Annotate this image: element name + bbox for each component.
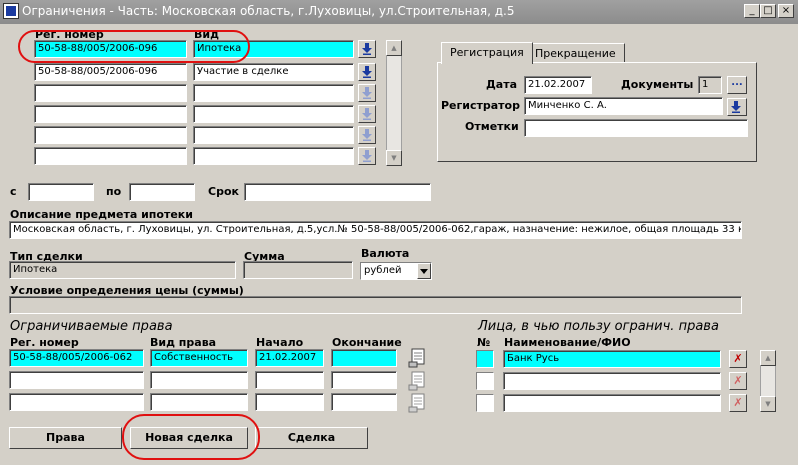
arrow-down-icon [362, 129, 372, 141]
date-label: Дата [486, 78, 518, 91]
restriction-reg-5[interactable] [34, 126, 187, 144]
subject-label: Описание предмета ипотеки [10, 208, 193, 221]
right-start-2[interactable] [255, 371, 324, 389]
remove-person-icon[interactable]: ✗ [729, 394, 747, 412]
restriction-reg-3[interactable] [34, 84, 187, 102]
person-num-2[interactable] [476, 372, 494, 390]
documents-button[interactable]: ... [727, 76, 747, 94]
persons-title: Лица, в чью пользу огранич. права [478, 319, 719, 334]
app-icon [3, 3, 19, 19]
registrar-field[interactable]: Минченко С. А. [524, 97, 723, 115]
chevron-down-icon[interactable] [417, 263, 431, 279]
restriction-type-5[interactable] [193, 126, 354, 144]
close-button[interactable]: × [778, 4, 794, 18]
pick-type-button-1[interactable] [358, 40, 376, 58]
right-start-3[interactable] [255, 393, 324, 411]
date-field[interactable]: 21.02.2007 [524, 76, 592, 94]
tab-registration[interactable]: Регистрация [441, 42, 533, 64]
right-end-2[interactable] [331, 371, 397, 389]
term-field[interactable] [244, 183, 431, 201]
col-right-type: Вид права [150, 336, 217, 349]
highlight-oval-new-deal [122, 414, 260, 460]
from-date-field[interactable] [28, 183, 94, 201]
window-title: Ограничения - Часть: Московская область,… [22, 4, 515, 18]
price-condition-field [9, 296, 742, 314]
pick-type-button-3[interactable] [358, 84, 376, 102]
highlight-oval-restriction [18, 30, 250, 63]
deal-button[interactable]: Сделка [255, 427, 368, 449]
restrictions-scrollbar[interactable]: ▲ ▼ [386, 40, 402, 166]
person-num-3[interactable] [476, 394, 494, 412]
maximize-button[interactable]: □ [760, 4, 776, 18]
document-icon[interactable] [408, 370, 428, 391]
remove-person-icon[interactable]: ✗ [729, 350, 747, 368]
col-name: Наименование/ФИО [504, 336, 631, 349]
right-type-3[interactable] [150, 393, 248, 411]
subject-field[interactable]: Московская область, г. Луховицы, ул. Стр… [9, 221, 742, 239]
restriction-type-6[interactable] [193, 147, 354, 165]
col-rights-reg: Рег. номер [10, 336, 79, 349]
sum-field [243, 261, 353, 279]
notes-field[interactable] [524, 119, 748, 137]
scroll-down-icon[interactable]: ▼ [760, 396, 776, 412]
limited-rights-title: Ограничиваемые права [10, 319, 173, 334]
arrow-down-icon [362, 66, 372, 78]
persons-scrollbar[interactable]: ▲ ▼ [760, 350, 776, 412]
pick-registrar-button[interactable] [727, 98, 747, 116]
restriction-reg-4[interactable] [34, 105, 187, 123]
registrar-label: Регистратор [441, 99, 520, 112]
pick-type-button-6[interactable] [358, 147, 376, 165]
term-label: Срок [208, 185, 239, 198]
right-type-1[interactable]: Собственность [150, 349, 248, 367]
right-reg-2[interactable] [9, 371, 144, 389]
minimize-button[interactable]: _ [744, 4, 760, 18]
arrow-down-icon [362, 87, 372, 99]
currency-value: рублей [364, 265, 402, 276]
notes-label: Отметки [465, 120, 519, 133]
col-end: Окончание [332, 336, 402, 349]
restriction-type-2[interactable]: Участие в сделке [193, 63, 354, 81]
person-num-1[interactable] [476, 350, 494, 368]
pick-type-button-5[interactable] [358, 126, 376, 144]
person-name-3[interactable] [503, 394, 721, 412]
right-start-1[interactable]: 21.02.2007 [255, 349, 324, 367]
right-end-1[interactable] [331, 349, 397, 367]
tab-termination[interactable]: Прекращение [526, 43, 625, 63]
scroll-up-icon[interactable]: ▲ [386, 40, 402, 56]
col-num: № [477, 336, 491, 349]
col-start: Начало [256, 336, 304, 349]
person-name-2[interactable] [503, 372, 721, 390]
currency-label: Валюта [361, 247, 410, 260]
scroll-up-icon[interactable]: ▲ [760, 350, 776, 366]
from-label: с [10, 185, 17, 198]
to-label: по [106, 185, 122, 198]
restriction-reg-6[interactable] [34, 147, 187, 165]
documents-label: Документы [621, 78, 694, 91]
restriction-reg-2[interactable]: 50-58-88/005/2006-096 [34, 63, 187, 81]
restriction-type-4[interactable] [193, 105, 354, 123]
arrow-down-icon [362, 108, 372, 120]
document-icon[interactable] [408, 347, 428, 368]
deal-type-field: Ипотека [9, 261, 236, 279]
arrow-down-icon [362, 43, 372, 55]
scroll-down-icon[interactable]: ▼ [386, 150, 402, 166]
pick-type-button-2[interactable] [358, 63, 376, 81]
arrow-down-icon [362, 150, 372, 162]
right-reg-3[interactable] [9, 393, 144, 411]
right-end-3[interactable] [331, 393, 397, 411]
document-icon[interactable] [408, 392, 428, 413]
pick-type-button-4[interactable] [358, 105, 376, 123]
to-date-field[interactable] [129, 183, 195, 201]
restriction-type-3[interactable] [193, 84, 354, 102]
person-name-1[interactable]: Банк Русь [503, 350, 721, 368]
right-type-2[interactable] [150, 371, 248, 389]
documents-count: 1 [698, 76, 722, 94]
arrow-down-icon [731, 101, 741, 113]
remove-person-icon[interactable]: ✗ [729, 372, 747, 390]
rights-button[interactable]: Права [9, 427, 122, 449]
right-reg-1[interactable]: 50-58-88/005/2006-062 [9, 349, 144, 367]
currency-select[interactable]: рублей [360, 262, 432, 280]
